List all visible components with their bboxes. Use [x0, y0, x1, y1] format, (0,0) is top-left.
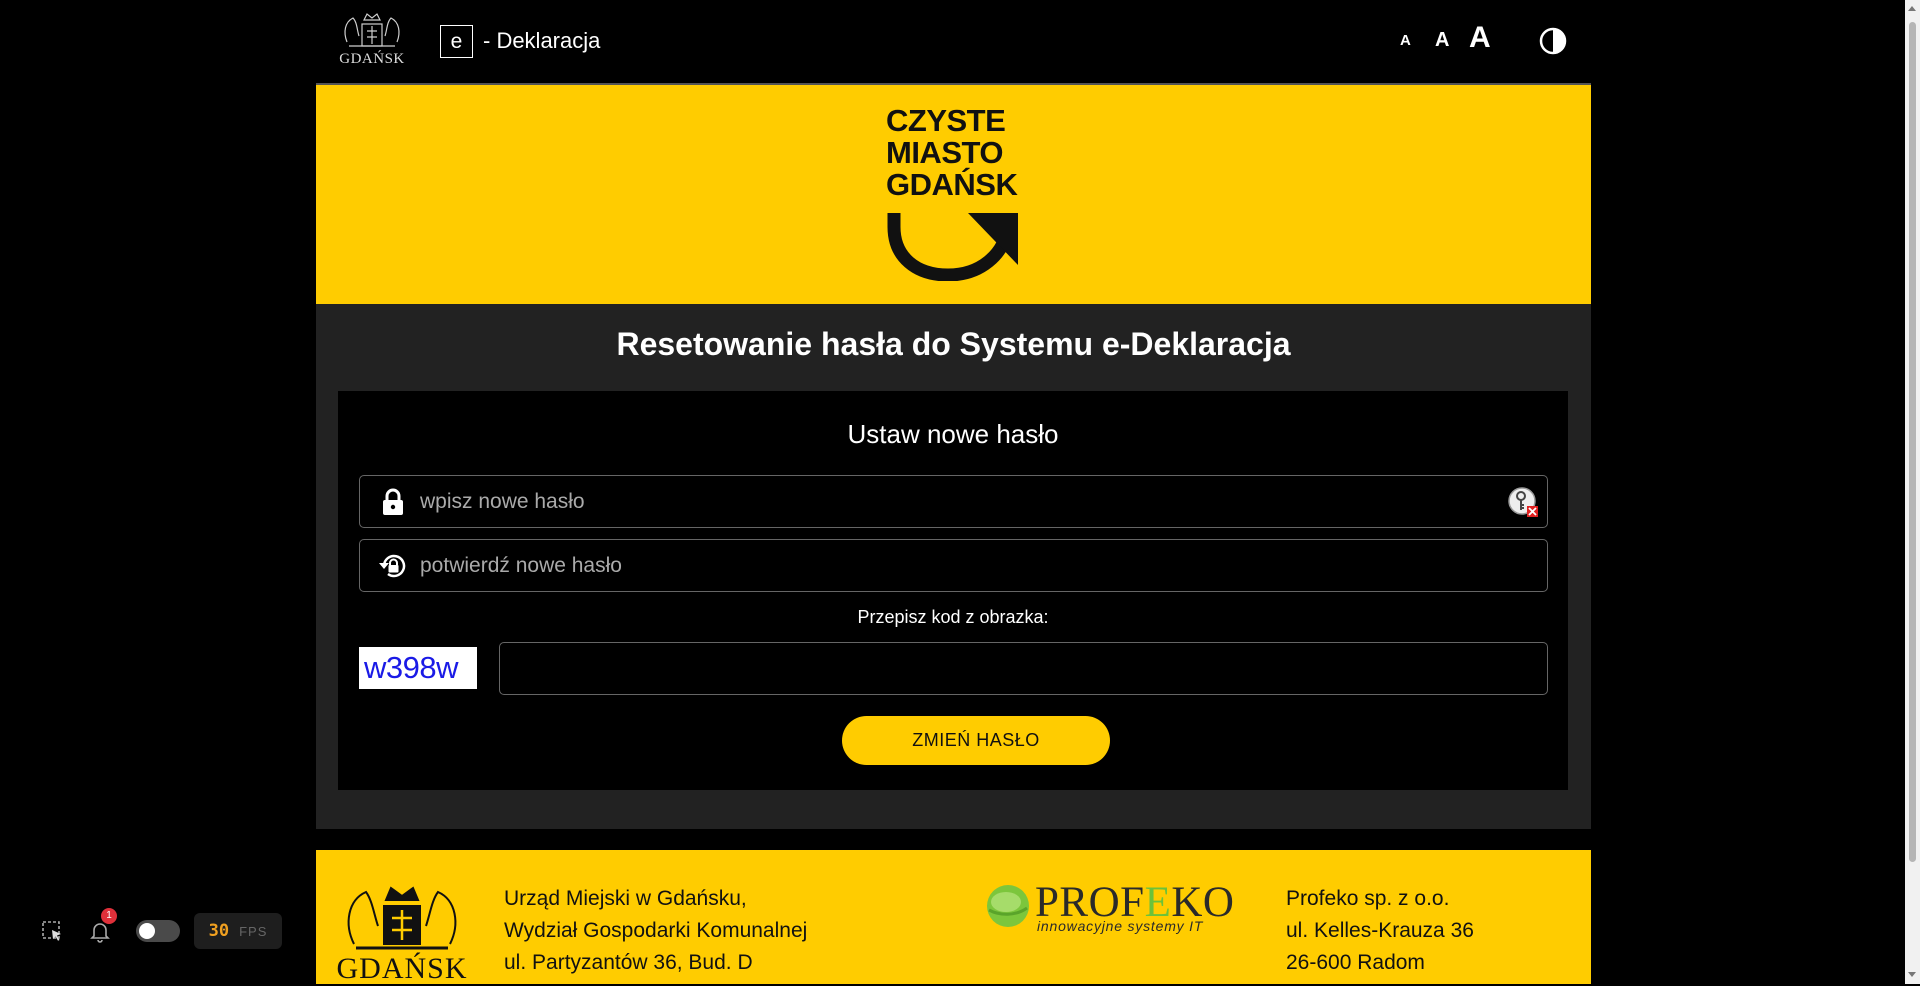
czyste-miasto-gdansk-logo: CZYSTE MIASTO GDAŃSK — [886, 105, 1026, 290]
font-size-medium-button[interactable]: A — [1435, 29, 1449, 52]
address-line: ul. Partyzantów 36, Bud. D — [504, 951, 753, 974]
font-size-small-button[interactable]: A — [1400, 32, 1411, 49]
recycle-arrow-icon — [887, 213, 1018, 281]
scrollbar-thumb[interactable] — [1909, 22, 1916, 862]
new-password-input[interactable] — [420, 476, 1507, 527]
lock-icon — [378, 487, 408, 517]
address-line: 26-600 Radom — [1286, 951, 1425, 974]
app-title-text: - Deklaracja — [483, 28, 601, 53]
contrast-icon[interactable] — [1539, 27, 1567, 55]
fps-value: 30 — [208, 921, 230, 941]
new-password-field — [359, 475, 1548, 528]
coat-of-arms-icon — [347, 886, 457, 950]
vertical-scrollbar[interactable] — [1905, 0, 1920, 984]
profeko-address: Profeko sp. z o.o. ul. Kelles-Krauza 36 … — [1286, 883, 1474, 979]
captcha-input[interactable] — [499, 642, 1548, 695]
fps-counter: 30 FPS — [194, 913, 282, 949]
address-line: Urząd Miejski w Gdańsku, — [504, 887, 747, 910]
logo-line-3: GDAŃSK — [886, 167, 1018, 202]
footer-gdansk-logo[interactable]: GDAŃSK — [336, 880, 468, 985]
logo-line-1: CZYSTE — [886, 103, 1006, 138]
city-office-address: Urząd Miejski w Gdańsku, Wydział Gospoda… — [504, 883, 807, 979]
confirm-password-input[interactable] — [420, 540, 1547, 591]
gdansk-coat-of-arms-logo[interactable]: GDAŃSK — [336, 12, 408, 70]
scroll-down-arrow-icon[interactable] — [1908, 972, 1916, 977]
font-size-large-button[interactable]: A — [1469, 21, 1491, 55]
campaign-banner: CZYSTE MIASTO GDAŃSK — [316, 85, 1591, 304]
app-e-box: e — [440, 24, 473, 58]
city-logo-text: GDAŃSK — [339, 51, 405, 67]
address-line: Profeko sp. z o.o. — [1286, 887, 1450, 910]
page: GDAŃSK e - Deklaracja A A A CZYSTE MIAST… — [316, 0, 1591, 985]
reset-password-form: Ustaw nowe hasło Przepisz kod z obrazka:… — [338, 391, 1568, 790]
profeko-globe-icon — [987, 885, 1029, 927]
address-line: Wydział Gospodarki Komunalnej — [504, 919, 808, 942]
footer-city-logo-text: GDAŃSK — [336, 952, 468, 985]
confirm-password-field — [359, 539, 1548, 592]
form-title: Ustaw nowe hasło — [847, 419, 1059, 449]
scroll-up-arrow-icon[interactable] — [1908, 6, 1916, 11]
coat-of-arms-icon — [344, 13, 400, 47]
toggle-knob — [139, 923, 155, 939]
logo-line-2: MIASTO — [886, 135, 1004, 170]
notification-badge: 1 — [101, 908, 117, 924]
fps-label: FPS — [239, 923, 268, 939]
selection-cursor-icon[interactable] — [40, 919, 64, 943]
overlay-toggle[interactable] — [136, 920, 180, 942]
page-title: Resetowanie hasła do Systemu e-Deklaracj… — [616, 326, 1291, 362]
top-bar: GDAŃSK e - Deklaracja A A A — [316, 0, 1591, 85]
profeko-tagline: innowacyjne systemy IT — [1037, 918, 1204, 934]
address-line: ul. Kelles-Krauza 36 — [1286, 919, 1474, 942]
lock-reset-icon — [378, 551, 408, 581]
footer: GDAŃSK Urząd Miejski w Gdańsku, Wydział … — [316, 850, 1591, 985]
app-title[interactable]: e - Deklaracja — [440, 24, 600, 58]
profeko-logo[interactable]: PROFEKO innowacyjne systemy IT — [984, 878, 1254, 938]
captcha-image: w398w — [359, 647, 477, 689]
overlay-toolbar: 1 30 FPS — [40, 908, 282, 950]
captcha-label: Przepisz kod z obrazka: — [857, 607, 1049, 627]
show-password-icon[interactable] — [1507, 486, 1539, 518]
main-panel: Resetowanie hasła do Systemu e-Deklaracj… — [316, 304, 1591, 829]
change-password-button[interactable]: ZMIEŃ HASŁO — [842, 716, 1110, 765]
notifications-button[interactable]: 1 — [88, 908, 117, 943]
